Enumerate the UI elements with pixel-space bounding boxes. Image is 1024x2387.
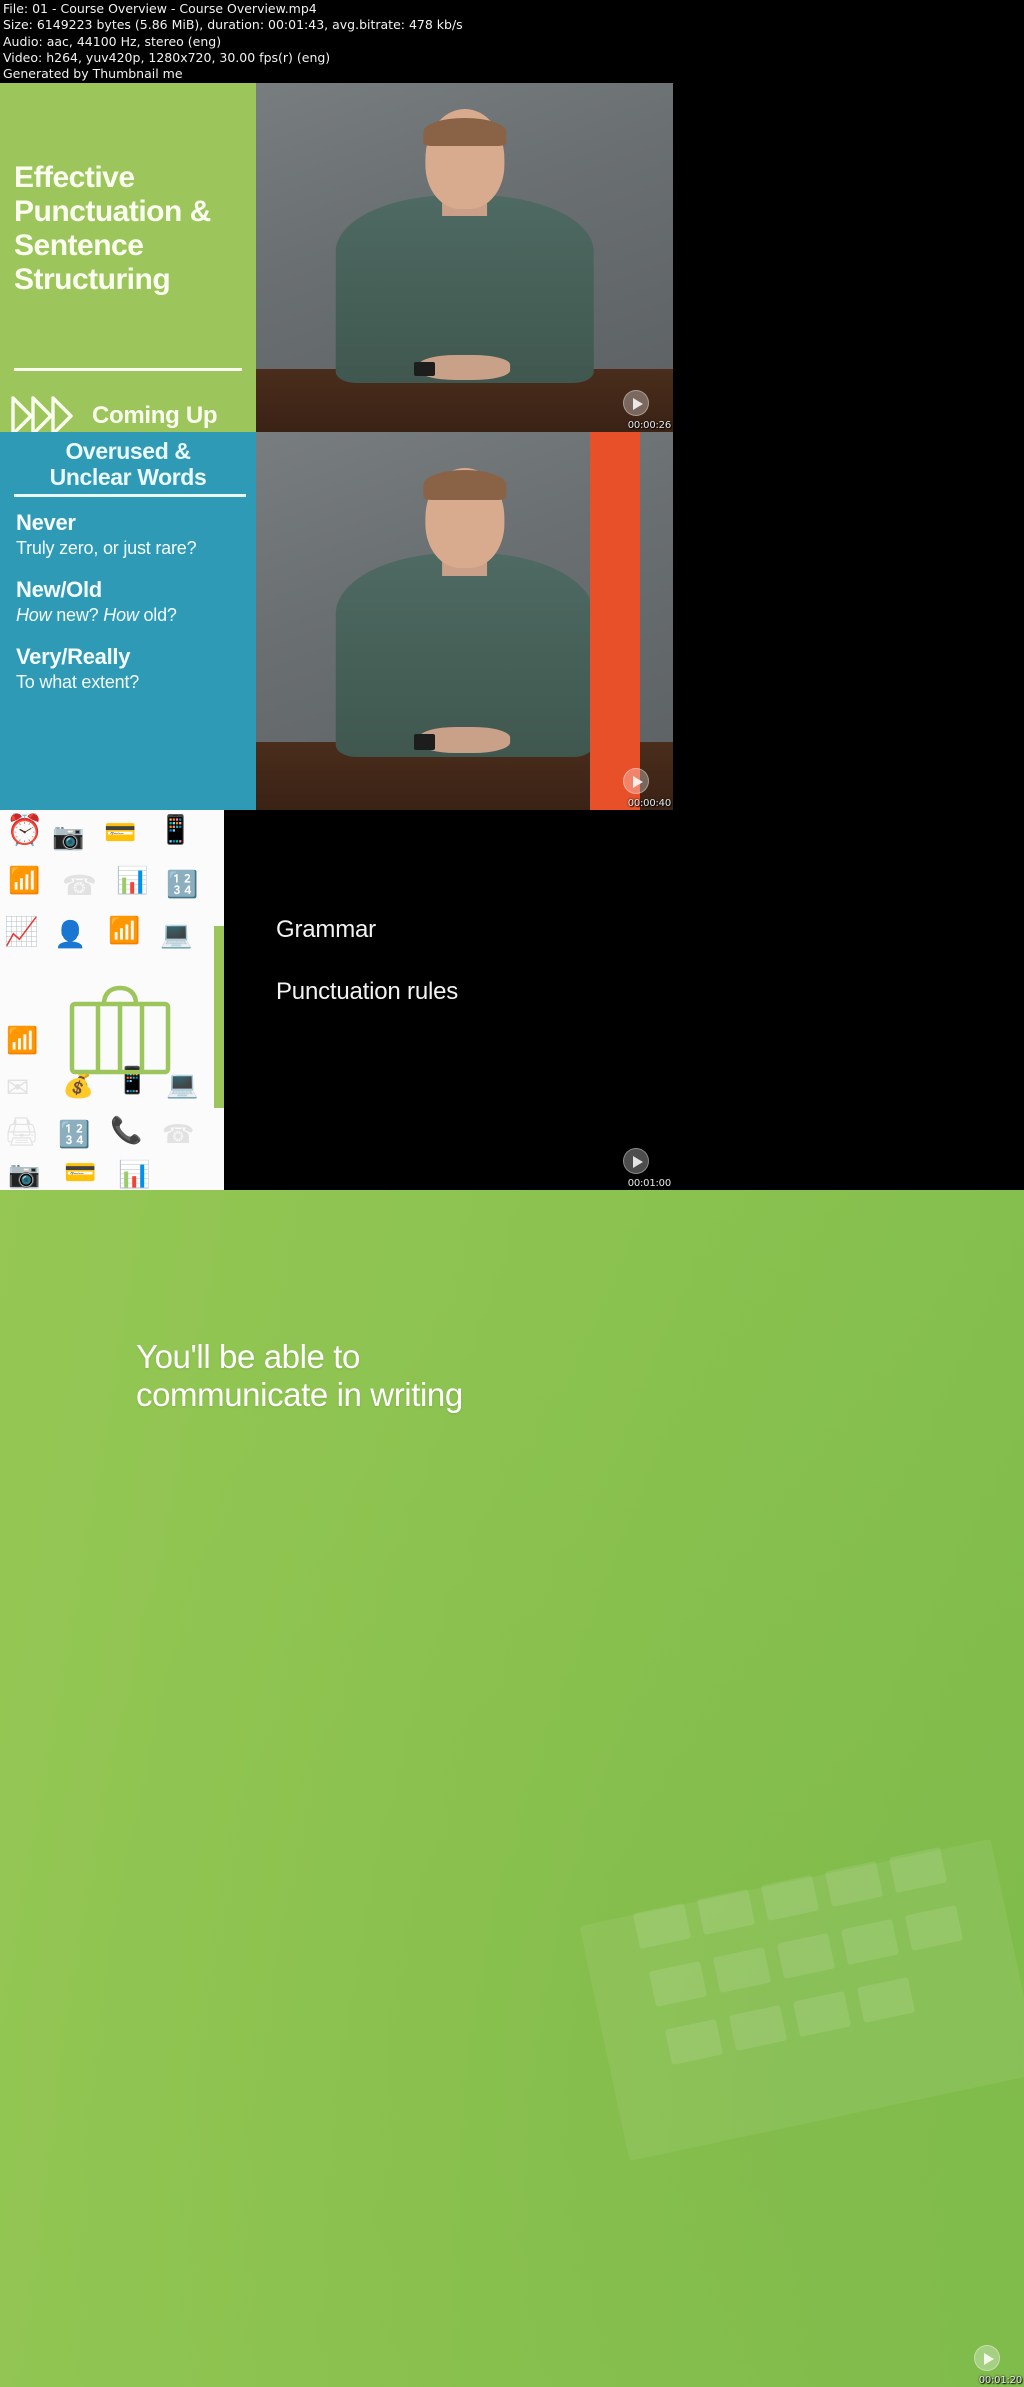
thumbnail-cell-bullets-slide[interactable]: Grammar Punctuation rules 00:01:00	[224, 810, 673, 1190]
thumbnail-cell-presenter-1[interactable]: 00:00:26	[256, 83, 673, 432]
slide-icon-pattern: ⏰ 📷 💳 📱 📶 ☎ 📊 🔢 📈 👤 📶 💻 📶 ✉ 💰 📱 💻 🖨 🔢 📞 …	[0, 810, 224, 1190]
doodle-icon: 🖨	[4, 1115, 40, 1148]
doodle-icon: 🔢	[166, 870, 199, 900]
slide-title-text: Effective Punctuation & Sentence Structu…	[14, 161, 211, 296]
meta-line-file: File: 01 - Course Overview - Course Over…	[3, 1, 317, 16]
presenter-photo	[256, 83, 673, 432]
thumbnail-cell-presenter-2[interactable]: 00:00:40	[256, 432, 673, 810]
wide-slide-line1: You'll be able to	[136, 1338, 360, 1375]
list-item: Very/Really To what extent?	[16, 644, 248, 694]
doodle-icon: 👤	[54, 920, 87, 950]
word-term: Very/Really	[16, 644, 131, 669]
doodle-icon: ☎	[162, 1120, 195, 1150]
thumbnail-row-3: ⏰ 📷 💳 📱 📶 ☎ 📊 🔢 📈 👤 📶 💻 📶 ✉ 💰 📱 💻 🖨 🔢 📞 …	[0, 810, 1024, 1190]
presenter-photo	[256, 432, 673, 810]
bullet-item: Punctuation rules	[276, 978, 459, 1005]
suitcase-icon	[64, 982, 176, 1083]
slide-title-green: Effective Punctuation & Sentence Structu…	[0, 83, 256, 432]
doodle-icon: ⏰	[6, 813, 44, 848]
slide-divider	[14, 494, 246, 497]
bullet-item: Grammar	[276, 916, 376, 943]
overused-heading-line1: Overused &	[65, 438, 191, 464]
play-badge-icon[interactable]	[623, 390, 649, 416]
overused-word-list: Never Truly zero, or just rare? New/Old …	[16, 510, 248, 711]
word-question: How new? How old?	[16, 605, 177, 625]
thumbnail-timestamp: 00:01:00	[627, 1178, 672, 1189]
overused-heading: Overused & Unclear Words	[0, 438, 256, 490]
slide-bullets-black: Grammar Punctuation rules	[224, 810, 673, 1190]
doodle-icon: 📶	[8, 866, 41, 896]
video-metadata-header: File: 01 - Course Overview - Course Over…	[0, 0, 1024, 83]
slide-wide-green: You'll be able to communicate in writing	[0, 1190, 1024, 2387]
list-item: Never Truly zero, or just rare?	[16, 510, 248, 560]
meta-line-audio: Audio: aac, 44100 Hz, stereo (eng)	[3, 33, 222, 49]
doodle-icon: 📱	[158, 813, 193, 846]
doodle-icon: ✉	[6, 1071, 30, 1104]
thumbnail-cell-wide-slide[interactable]: You'll be able to communicate in writing…	[0, 1190, 1024, 2387]
doodle-icon: 🔢	[58, 1120, 91, 1150]
wide-slide-text: You'll be able to communicate in writing	[136, 1338, 856, 1414]
list-item: New/Old How new? How old?	[16, 577, 248, 627]
thumbnail-row-4: You'll be able to communicate in writing…	[0, 1190, 1024, 2387]
play-badge-icon[interactable]	[623, 1148, 649, 1174]
thumbnail-timestamp: 00:00:40	[627, 798, 672, 809]
coming-up-label: Coming Up	[92, 402, 218, 429]
word-question: To what extent?	[16, 672, 140, 692]
meta-line-size: Size: 6149223 bytes (5.86 MiB), duration…	[3, 17, 463, 33]
word-question: Truly zero, or just rare?	[16, 538, 197, 558]
doodle-icon: ☎	[62, 869, 97, 902]
meta-line-video: Video: h264, yuv420p, 1280x720, 30.00 fp…	[3, 49, 331, 65]
play-badge-icon[interactable]	[974, 2345, 1000, 2371]
doodle-icon: 📷	[52, 822, 85, 852]
doodle-icon: 📶	[6, 1026, 39, 1056]
coming-up-row: Coming Up	[10, 388, 256, 432]
doodle-icon: 📷	[8, 1160, 41, 1190]
green-accent-bar	[214, 926, 224, 1108]
doodle-icon: 📶	[108, 916, 141, 946]
thumbnail-row-2: Overused & Unclear Words Never Truly zer…	[0, 432, 1024, 810]
overused-heading-line2: Unclear Words	[49, 464, 207, 490]
thumbnail-row-1: Effective Punctuation & Sentence Structu…	[0, 83, 1024, 432]
thumbnail-cell-pattern-slide[interactable]: ⏰ 📷 💳 📱 📶 ☎ 📊 🔢 📈 👤 📶 💻 📶 ✉ 💰 📱 💻 🖨 🔢 📞 …	[0, 810, 224, 1190]
doodle-icon: 📞	[110, 1116, 143, 1146]
thumbnail-cell-overused-slide[interactable]: Overused & Unclear Words Never Truly zer…	[0, 432, 256, 810]
thumbnail-cell-title-slide[interactable]: Effective Punctuation & Sentence Structu…	[0, 83, 256, 432]
doodle-icon: 💻	[160, 920, 193, 950]
slide-overused-blue: Overused & Unclear Words Never Truly zer…	[0, 432, 256, 810]
slide-divider	[14, 368, 242, 371]
wide-slide-line2: communicate in writing	[136, 1376, 463, 1413]
play-badge-icon[interactable]	[623, 768, 649, 794]
thumbnail-contact-sheet: File: 01 - Course Overview - Course Over…	[0, 0, 1024, 2387]
word-term: New/Old	[16, 577, 102, 602]
doodle-icon: 💳	[64, 1158, 97, 1188]
triple-chevron-right-icon	[10, 394, 76, 432]
word-term: Never	[16, 510, 76, 535]
thumbnail-timestamp: 00:00:26	[627, 420, 672, 431]
doodle-icon: 📈	[4, 915, 39, 948]
doodle-icon: 📊	[118, 1160, 151, 1190]
meta-line-generator: Generated by Thumbnail me	[3, 66, 183, 82]
thumbnail-timestamp: 00:01:20	[978, 2375, 1023, 2386]
doodle-icon: 📊	[116, 866, 149, 896]
orange-accent-bar	[589, 432, 640, 810]
doodle-icon: 💳	[104, 818, 137, 848]
